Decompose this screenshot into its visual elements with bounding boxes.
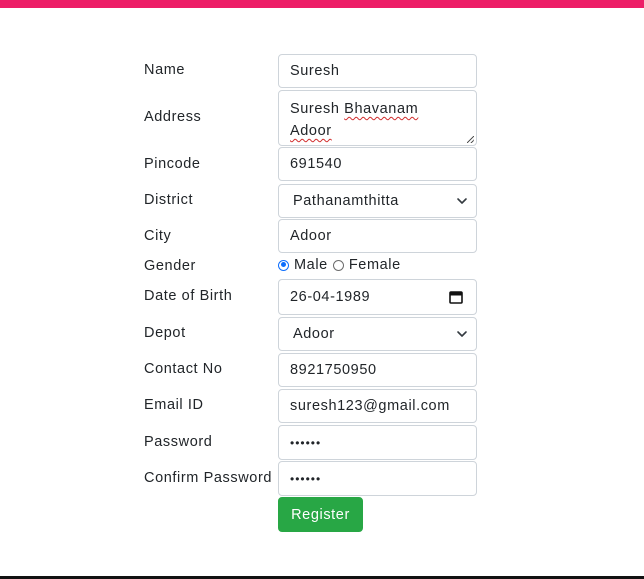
dob-input[interactable]: 26-04-1989 (278, 279, 477, 315)
password-input[interactable]: •••••• (278, 425, 477, 460)
registration-form: Name Suresh Address Suresh Bhavanam Adoo… (0, 0, 644, 579)
depot-select[interactable]: Adoor (278, 317, 477, 351)
email-label: Email ID (144, 397, 204, 413)
address-line1-misspelled: Bhavanam (344, 101, 419, 117)
name-label: Name (144, 62, 186, 78)
chevron-down-icon (457, 331, 467, 337)
district-select[interactable]: Pathanamthitta (278, 184, 477, 218)
contact-label: Contact No (144, 361, 223, 377)
gender-radio-group: Male Female (278, 257, 401, 273)
contact-input[interactable]: 8921750950 (278, 353, 477, 387)
city-input[interactable]: Adoor (278, 219, 477, 253)
district-value: Pathanamthitta (293, 193, 399, 209)
pincode-input[interactable]: 691540 (278, 147, 477, 181)
address-textarea[interactable]: Suresh Bhavanam Adoor (278, 90, 477, 146)
address-line1-word: Suresh (290, 101, 345, 117)
address-label: Address (144, 109, 202, 125)
chevron-down-icon (457, 198, 467, 204)
email-input[interactable]: suresh123@gmail.com (278, 389, 477, 423)
contact-value: 8921750950 (290, 362, 377, 378)
confirm-password-label: Confirm Password (144, 470, 273, 486)
district-label: District (144, 192, 194, 208)
password-value: •••••• (290, 435, 322, 450)
pincode-label: Pincode (144, 156, 201, 172)
calendar-icon[interactable] (449, 290, 463, 304)
pincode-value: 691540 (290, 156, 342, 172)
email-value: suresh123@gmail.com (290, 398, 450, 414)
name-value: Suresh (290, 63, 340, 79)
gender-female-label[interactable]: Female (349, 257, 401, 273)
depot-label: Depot (144, 325, 186, 341)
gender-male-label[interactable]: Male (294, 257, 328, 273)
address-value: Suresh Bhavanam Adoor (290, 98, 418, 142)
resize-grip-icon[interactable] (467, 136, 474, 143)
confirm-password-value: •••••• (290, 471, 322, 486)
address-line2: Adoor (290, 123, 332, 139)
dob-value: 26-04-1989 (290, 289, 371, 305)
city-value: Adoor (290, 228, 332, 244)
register-button[interactable]: Register (278, 497, 363, 532)
gender-label: Gender (144, 258, 196, 274)
password-label: Password (144, 434, 213, 450)
gender-male-radio[interactable] (278, 259, 289, 271)
dob-label: Date of Birth (144, 288, 233, 304)
city-label: City (144, 228, 172, 244)
depot-value: Adoor (293, 326, 335, 342)
confirm-password-input[interactable]: •••••• (278, 461, 477, 496)
name-input[interactable]: Suresh (278, 54, 477, 88)
gender-female-radio[interactable] (332, 259, 344, 271)
